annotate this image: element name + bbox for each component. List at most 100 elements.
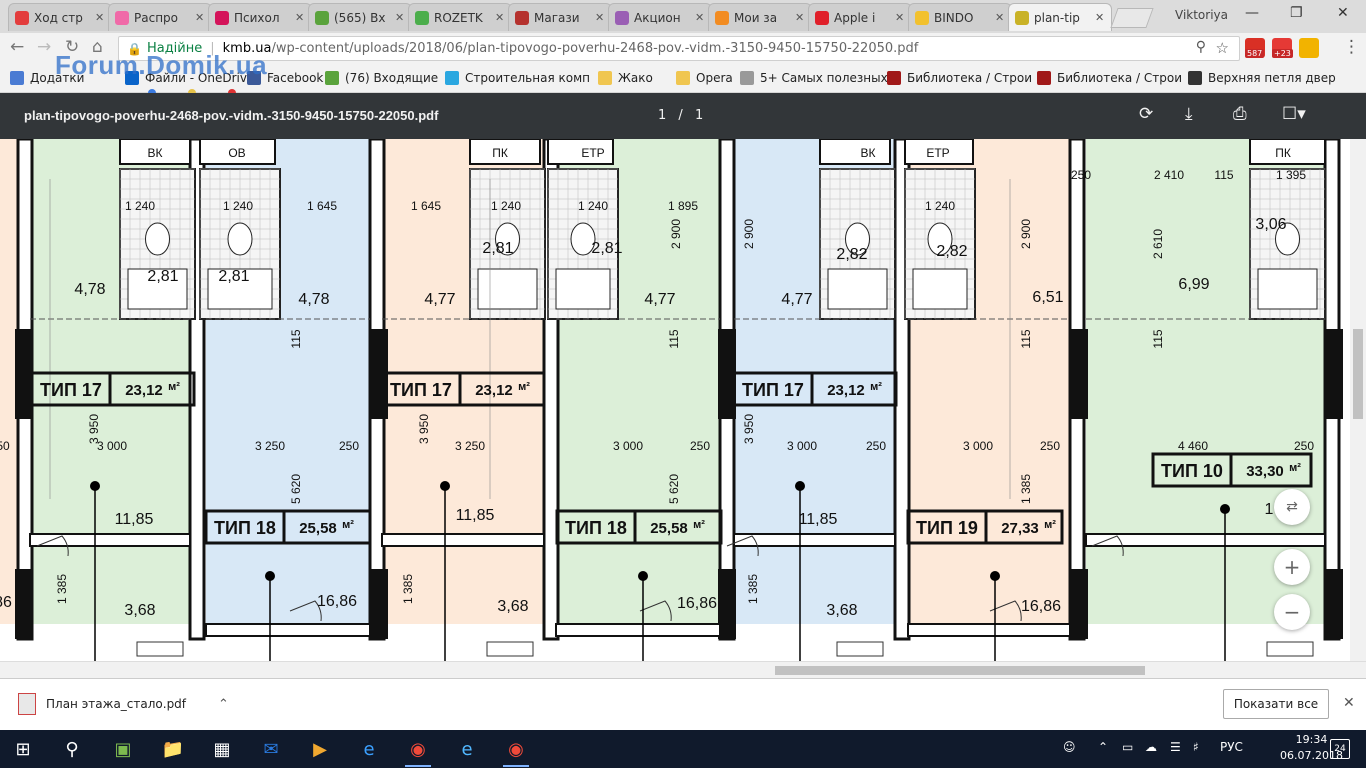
room-code-label: ПК <box>1275 146 1291 160</box>
watermark: Forum.Domik.ua <box>55 50 268 80</box>
scroll-thumb[interactable] <box>1353 329 1363 419</box>
zoom-icon[interactable]: ⚲ <box>1196 39 1206 55</box>
outlook-icon[interactable]: ✉ <box>256 734 286 764</box>
profile-name[interactable]: Viktoriya <box>1175 8 1228 22</box>
media-player-icon[interactable]: ▶ <box>305 734 335 764</box>
new-tab-button[interactable] <box>1110 8 1154 28</box>
bookmark-item[interactable]: Строительная комп <box>445 71 590 85</box>
gmail-icon[interactable]: 587 <box>1245 38 1265 58</box>
room-area-label: 86 <box>0 594 12 611</box>
minimize-icon[interactable]: — <box>1245 5 1259 21</box>
download-item[interactable]: План этажа_стало.pdf ⌃ <box>18 693 229 715</box>
pdf-viewer[interactable]: ВК ОВ ПК ЕТР ВК ЕТР ПК 1 240 1 240 1 645 1 645 1 24… <box>0 139 1350 661</box>
scroll-thumb[interactable] <box>775 666 1145 675</box>
notification-count[interactable]: 24 <box>1330 739 1350 759</box>
windows-start-icon[interactable]: ⊞ <box>8 734 38 764</box>
chrome-icon[interactable]: ◉ <box>403 734 433 767</box>
wall <box>733 533 896 547</box>
close-tab-icon[interactable]: ✕ <box>595 11 605 24</box>
store-icon[interactable]: ▣ <box>108 734 138 764</box>
page-separator: / <box>678 108 683 123</box>
mail-icon <box>325 71 339 85</box>
volume-icon[interactable]: ♯ <box>1193 740 1199 754</box>
tab[interactable]: Мои за ✕ <box>708 3 812 31</box>
dimension-label: 50 <box>0 439 10 453</box>
edge-icon[interactable]: e <box>354 734 384 764</box>
download-icon[interactable]: ⤓ <box>1185 104 1193 124</box>
language-indicator[interactable]: РУС <box>1220 740 1243 754</box>
unit-type-label: ТИП 17 <box>40 380 102 400</box>
tab[interactable]: ROZETK ✕ <box>408 3 512 31</box>
dimension-label: 3 250 <box>455 439 485 453</box>
close-tab-icon[interactable]: ✕ <box>95 11 105 24</box>
tab[interactable]: BINDO ✕ <box>908 3 1012 31</box>
calculator-icon[interactable]: ▦ <box>207 734 237 764</box>
show-all-button[interactable]: Показати все <box>1223 689 1329 719</box>
battery-icon[interactable]: ▭ <box>1122 740 1133 754</box>
page-indicator: 1 / 1 <box>658 108 703 123</box>
cloud-icon[interactable]: ☁ <box>1145 740 1157 754</box>
bookmark-item[interactable]: Жако <box>598 71 653 85</box>
tab[interactable]: plan-tip ✕ <box>1008 3 1112 31</box>
rotate-icon[interactable]: ⟳ <box>1139 104 1153 124</box>
back-icon[interactable]: ← <box>10 37 24 57</box>
bookmark-item[interactable]: Верхняя петля двер <box>1188 71 1336 85</box>
forward-icon[interactable]: → <box>37 37 51 57</box>
bookmark-star-icon[interactable]: ☆ <box>1216 39 1229 57</box>
download-file-name[interactable]: План этажа_стало.pdf <box>46 697 186 711</box>
dimension-label: 1 645 <box>307 199 337 213</box>
pdf-title: plan-tipovogo-poverhu-2468-pov.-vidm.-31… <box>24 108 439 123</box>
internet-explorer-icon[interactable]: e <box>452 734 482 764</box>
tab[interactable]: Apple i ✕ <box>808 3 912 31</box>
print-icon[interactable]: ⎙ <box>1233 104 1247 124</box>
close-tab-icon[interactable]: ✕ <box>995 11 1005 24</box>
bookmark-item[interactable]: Библиотека / Строи <box>887 71 1032 85</box>
close-tab-icon[interactable]: ✕ <box>495 11 505 24</box>
tab[interactable]: Психол ✕ <box>208 3 312 31</box>
zoom-in-button[interactable]: + <box>1274 549 1310 585</box>
wifi-icon[interactable]: ☰ <box>1170 740 1181 754</box>
tab[interactable]: Магази ✕ <box>508 3 612 31</box>
fit-icon[interactable]: ⇄ <box>1274 489 1310 525</box>
file-explorer-icon[interactable]: 📁 <box>158 734 188 764</box>
bookmark-item[interactable]: (76) Входящие <box>325 71 438 85</box>
bookmark-item[interactable]: Библиотека / Строи <box>1037 71 1182 85</box>
bookmark-item[interactable]: 5+ Самых полезных <box>740 71 888 85</box>
close-tab-icon[interactable]: ✕ <box>695 11 705 24</box>
current-page[interactable]: 1 <box>658 108 666 123</box>
zoom-out-button[interactable]: − <box>1274 594 1310 630</box>
close-tab-icon[interactable]: ✕ <box>1095 11 1105 24</box>
close-tab-icon[interactable]: ✕ <box>195 11 205 24</box>
unit-area-label: 23,12 <box>475 382 513 399</box>
search-icon[interactable]: ⚲ <box>57 734 87 764</box>
unit-measure-label: м² <box>518 381 530 393</box>
chevron-up-icon[interactable]: ⌃ <box>1098 740 1108 754</box>
bookmark-item[interactable]: Opera <box>676 71 733 85</box>
vertical-scrollbar[interactable] <box>1350 139 1366 661</box>
tab[interactable]: Ход стр ✕ <box>8 3 112 31</box>
bookmark-label: Жако <box>618 71 653 85</box>
close-tab-icon[interactable]: ✕ <box>295 11 305 24</box>
menu-icon[interactable]: ⋮ <box>1343 37 1360 57</box>
horizontal-scrollbar[interactable] <box>0 661 1366 679</box>
cart-icon[interactable] <box>1299 38 1319 58</box>
unit-area-label: 23,12 <box>125 382 163 399</box>
column <box>370 569 388 639</box>
weather-icon[interactable]: +23 <box>1272 38 1293 58</box>
chrome-icon[interactable]: ◉ <box>501 734 531 767</box>
tab[interactable]: Акцион ✕ <box>608 3 712 31</box>
dimension-label: 250 <box>339 439 359 453</box>
close-tab-icon[interactable]: ✕ <box>395 11 405 24</box>
people-icon[interactable]: ☺ <box>1063 740 1076 754</box>
dimension-label: 2 900 <box>742 219 756 249</box>
tab[interactable]: (565) Вх ✕ <box>308 3 412 31</box>
maximize-icon[interactable]: ❐ <box>1290 5 1303 21</box>
close-tab-icon[interactable]: ✕ <box>895 11 905 24</box>
close-tab-icon[interactable]: ✕ <box>795 11 805 24</box>
chevron-up-icon[interactable]: ⌃ <box>218 697 229 712</box>
close-shelf-icon[interactable]: ✕ <box>1343 695 1355 711</box>
close-window-icon[interactable]: ✕ <box>1337 5 1349 21</box>
address-bar[interactable]: 🔒 Надійне | kmb.ua /wp-content/uploads/2… <box>118 36 1240 61</box>
bookmark-menu-icon[interactable]: ☐▾ <box>1282 104 1306 124</box>
tab[interactable]: Распро ✕ <box>108 3 212 31</box>
